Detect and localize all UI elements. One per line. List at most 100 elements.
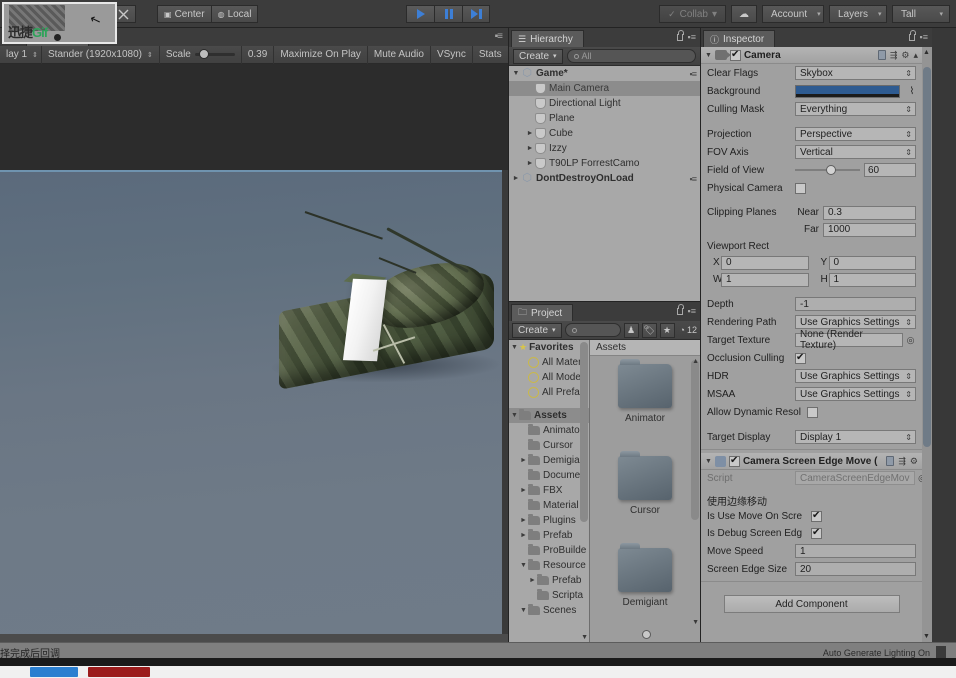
hierarchy-row[interactable]: ►T90LP ForrestCamo [509, 156, 700, 171]
foldout-arrow-icon[interactable]: ▼ [705, 52, 712, 59]
screen-recorder-overlay[interactable]: ↖ 迅捷Gif [2, 2, 117, 44]
project-tree-row[interactable] [509, 400, 589, 408]
field-move-speed[interactable]: Move Speed 1 [701, 542, 922, 560]
project-tree-row[interactable]: ►Plugins [509, 513, 589, 528]
hierarchy-search-input[interactable]: All [567, 49, 696, 63]
fov-slider-knob[interactable] [826, 165, 836, 175]
project-menu-icon[interactable]: ▪≡ [688, 306, 696, 316]
collab-button[interactable]: ✓ Collab ▾ [659, 5, 726, 23]
taskbar-item-2[interactable] [88, 667, 150, 677]
project-tree-row[interactable]: ►Prefab [509, 573, 589, 588]
foldout-closed-icon[interactable]: ► [511, 175, 521, 182]
project-tree-row[interactable]: Scripta [509, 588, 589, 603]
screen-edge-size-field[interactable]: 20 [795, 562, 916, 576]
hierarchy-row[interactable]: Main Camera [509, 81, 700, 96]
asset-grid-item[interactable]: Animator [590, 356, 700, 448]
display-dropdown[interactable]: lay 1 ⇕ [0, 46, 42, 64]
field-culling-mask[interactable]: Culling Mask Everything [701, 100, 922, 118]
layout-dropdown[interactable]: Tall ▾ [892, 5, 950, 23]
viewport-x-field[interactable]: 0 [721, 256, 809, 270]
foldout-closed-icon[interactable]: ► [525, 160, 535, 167]
tab-project[interactable]: 🗀 Project [511, 304, 573, 321]
project-tree-row[interactable]: ProBuilde [509, 543, 589, 558]
script-enabled-checkbox[interactable] [729, 456, 740, 467]
field-projection[interactable]: Projection Perspective [701, 125, 922, 143]
vsync-toggle[interactable]: VSync [431, 46, 473, 64]
target-display-dropdown[interactable]: Display 1 [795, 430, 916, 444]
camera-component-header[interactable]: ▼ Camera ⇶ ⚙ ▴ [701, 47, 922, 64]
project-tree-row[interactable]: ▼Assets [509, 408, 589, 423]
camera-enabled-checkbox[interactable] [730, 50, 741, 61]
game-window-menu-icon[interactable]: ▪≡ [495, 31, 502, 42]
foldout-open-icon[interactable]: ▼ [519, 562, 528, 569]
field-clear-flags[interactable]: Clear Flags Skybox [701, 64, 922, 82]
viewport-h-field[interactable]: 1 [829, 273, 917, 287]
eyedropper-icon[interactable]: ⌇ [906, 86, 918, 97]
foldout-closed-icon[interactable]: ► [519, 532, 528, 539]
asset-grid-item[interactable]: Demigiant [590, 540, 700, 628]
pause-button[interactable] [434, 5, 462, 23]
foldout-open-icon[interactable]: ▼ [510, 412, 519, 419]
project-tree-row[interactable]: ▼Scenes [509, 603, 589, 618]
project-tree[interactable]: ▼★FavoritesAll MateriAll ModelAll Prefab… [509, 340, 589, 642]
physical-camera-checkbox[interactable] [795, 183, 806, 194]
culling-mask-dropdown[interactable]: Everything [795, 102, 916, 116]
lock-icon[interactable] [909, 34, 915, 41]
project-tree-row[interactable]: ▼Resource [509, 558, 589, 573]
foldout-open-icon[interactable]: ▼ [511, 70, 521, 77]
project-search-input[interactable] [565, 323, 621, 337]
hierarchy-row[interactable]: Plane [509, 111, 700, 126]
near-field[interactable]: 0.3 [823, 206, 916, 220]
project-tree-row[interactable]: All Model [509, 370, 589, 385]
foldout-closed-icon[interactable]: ► [519, 457, 528, 464]
background-color-swatch[interactable] [795, 85, 900, 98]
allow-dynamic-resolution-checkbox[interactable] [807, 407, 818, 418]
foldout-closed-icon[interactable]: ► [528, 577, 537, 584]
game-render-view[interactable] [0, 64, 508, 642]
project-asset-grid[interactable]: Assets AnimatorCursorDemigiant ▲ ▼ [589, 340, 700, 642]
aspect-ratio-dropdown[interactable]: Stander (1920x1080) ⇕ [42, 46, 160, 64]
gear-icon[interactable]: ⚙ [910, 456, 918, 467]
lock-icon[interactable] [677, 308, 683, 315]
script-reference-row[interactable]: Script CameraScreenEdgeMov ◎ [701, 470, 922, 486]
field-physical-camera[interactable]: Physical Camera [701, 179, 922, 197]
clear-flags-dropdown[interactable]: Skybox [795, 66, 916, 80]
project-tree-row[interactable]: ►FBX [509, 483, 589, 498]
scroll-down-icon[interactable]: ▼ [923, 633, 930, 640]
lock-icon[interactable] [677, 34, 683, 41]
tab-hierarchy[interactable]: ☰ Hierarchy [511, 30, 584, 47]
field-of-view-slider[interactable] [795, 163, 860, 177]
field-field-of-view[interactable]: Field of View 60 [701, 161, 922, 179]
field-fov-axis[interactable]: FOV Axis Vertical [701, 143, 922, 161]
field-of-view-value[interactable]: 60 [864, 163, 916, 177]
project-tree-row[interactable]: All Materi [509, 355, 589, 370]
maximize-on-play-toggle[interactable]: Maximize On Play [274, 46, 368, 64]
filter-label-icon[interactable]: 🏷 [642, 323, 657, 338]
field-screen-edge-size[interactable]: Screen Edge Size 20 [701, 560, 922, 578]
far-field[interactable]: 1000 [823, 223, 916, 237]
foldout-open-icon[interactable]: ▼ [510, 344, 519, 351]
tab-inspector[interactable]: ⓘ Inspector [703, 30, 775, 47]
project-tree-row[interactable]: Documen [509, 468, 589, 483]
add-component-button[interactable]: Add Component [724, 595, 900, 613]
gear-icon[interactable]: ⚙ [901, 50, 909, 61]
clipping-planes-near-row[interactable]: Clipping Planes Near 0.3 [701, 204, 922, 221]
cloud-button[interactable]: ☁ [731, 5, 757, 23]
hierarchy-row[interactable]: ▼⬡Game*▪≡ [509, 66, 700, 81]
hdr-dropdown[interactable]: Use Graphics Settings [795, 369, 916, 383]
viewport-rect-wh-row[interactable]: W 1 H 1 [701, 271, 922, 288]
rendering-path-dropdown[interactable]: Use Graphics Settings [795, 315, 916, 329]
filter-type-icon[interactable]: ♟ [624, 323, 639, 338]
play-button[interactable] [406, 5, 434, 23]
projection-dropdown[interactable]: Perspective [795, 127, 916, 141]
hierarchy-row[interactable]: Directional Light [509, 96, 700, 111]
project-tree-row[interactable]: ▼★Favorites [509, 340, 589, 355]
project-tree-row[interactable]: ►Demigian [509, 453, 589, 468]
is-debug-screen-edge-checkbox[interactable] [811, 528, 822, 539]
pivot-local-button[interactable]: ◍ Local [211, 5, 259, 23]
project-tree-row[interactable]: Material [509, 498, 589, 513]
scene-context-menu-icon[interactable]: ▪≡ [690, 69, 696, 79]
project-tree-row[interactable]: ►Prefab [509, 528, 589, 543]
field-background[interactable]: Background ⌇ [701, 82, 922, 100]
scale-slider-knob[interactable] [199, 49, 209, 59]
